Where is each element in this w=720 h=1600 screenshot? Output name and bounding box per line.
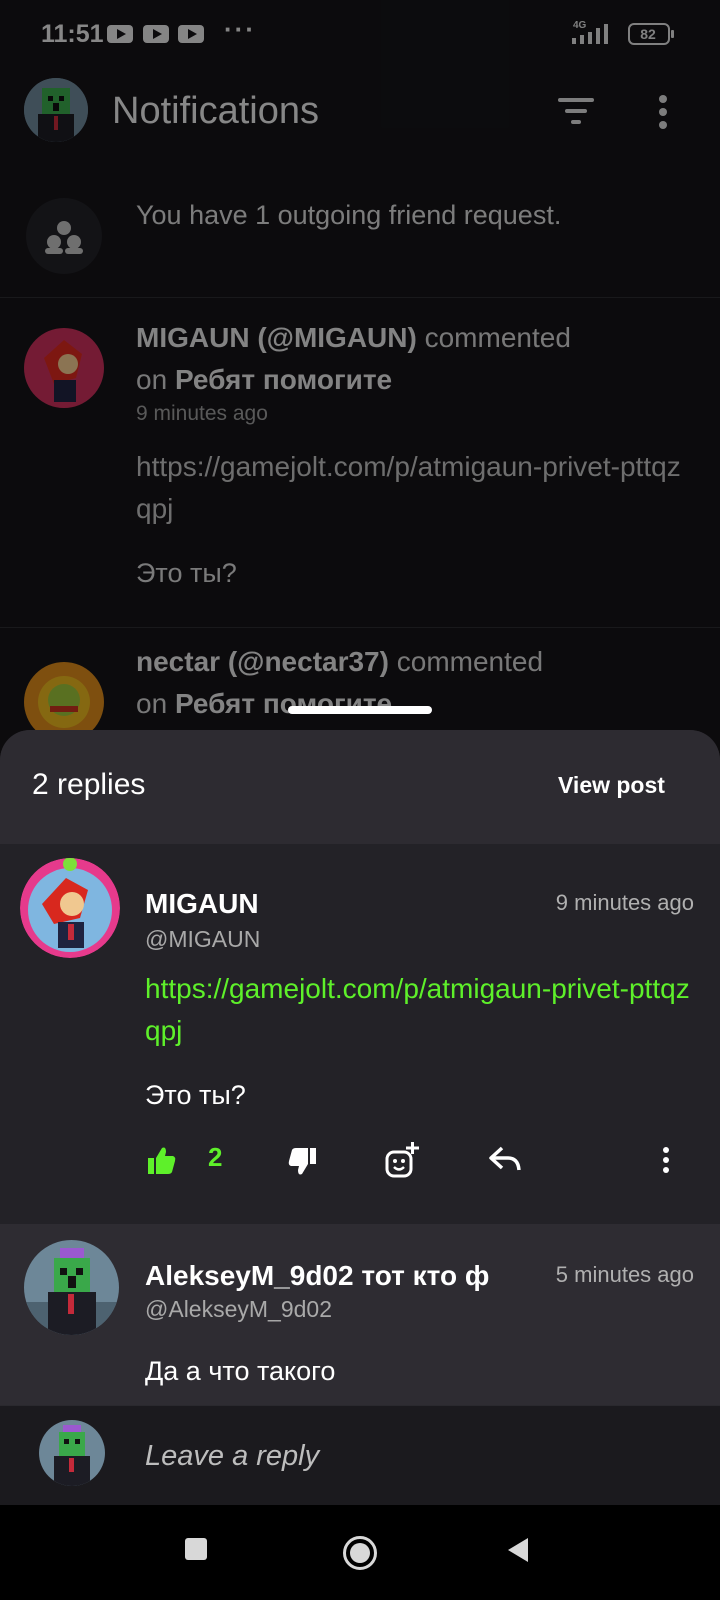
reply-input[interactable] bbox=[145, 1434, 665, 1478]
comment-time: 5 minutes ago bbox=[555, 1262, 694, 1287]
reply-icon[interactable] bbox=[488, 1140, 522, 1184]
thumbs-down-icon[interactable] bbox=[288, 1140, 318, 1184]
sheet-drag-handle[interactable] bbox=[288, 706, 432, 714]
comment-link[interactable]: https://gamejolt.com/p/atmigaun-privet-p… bbox=[145, 968, 705, 1052]
system-nav-bar bbox=[0, 1505, 720, 1600]
comment-author-handle[interactable]: @AlekseyM_9d02 bbox=[145, 1296, 332, 1323]
comment-body: Это ты? bbox=[145, 1080, 246, 1110]
comment-author-handle[interactable]: @MIGAUN bbox=[145, 926, 260, 953]
comment-author-name[interactable]: MIGAUN bbox=[145, 888, 259, 920]
avatar[interactable] bbox=[20, 858, 120, 958]
comment-actions: 2 bbox=[0, 1140, 720, 1190]
more-vertical-icon[interactable] bbox=[660, 1140, 672, 1184]
add-reaction-icon[interactable] bbox=[384, 1140, 420, 1184]
replies-count-title: 2 replies bbox=[32, 768, 146, 801]
comment-author-name[interactable]: AlekseyM_9d02 тот кто ф bbox=[145, 1260, 489, 1292]
recents-icon[interactable] bbox=[184, 1537, 208, 1561]
avatar[interactable] bbox=[24, 1240, 119, 1335]
comment-item: AlekseyM_9d02 тот кто ф 5 minutes ago @A… bbox=[0, 1224, 720, 1424]
home-icon[interactable] bbox=[342, 1535, 378, 1571]
like-count: 2 bbox=[208, 1142, 223, 1172]
sheet-header: 2 replies View post bbox=[0, 730, 720, 844]
comment-body: Да а что такого bbox=[145, 1356, 336, 1386]
reply-bar bbox=[0, 1405, 720, 1505]
back-icon[interactable] bbox=[506, 1537, 530, 1563]
replies-sheet: 2 replies View post MIGAUN 9 minutes ago… bbox=[0, 730, 720, 1505]
thumbs-up-icon[interactable] bbox=[146, 1140, 176, 1184]
view-post-button[interactable]: View post bbox=[558, 772, 665, 799]
avatar[interactable] bbox=[39, 1420, 105, 1486]
comment-time: 9 minutes ago bbox=[555, 890, 694, 915]
